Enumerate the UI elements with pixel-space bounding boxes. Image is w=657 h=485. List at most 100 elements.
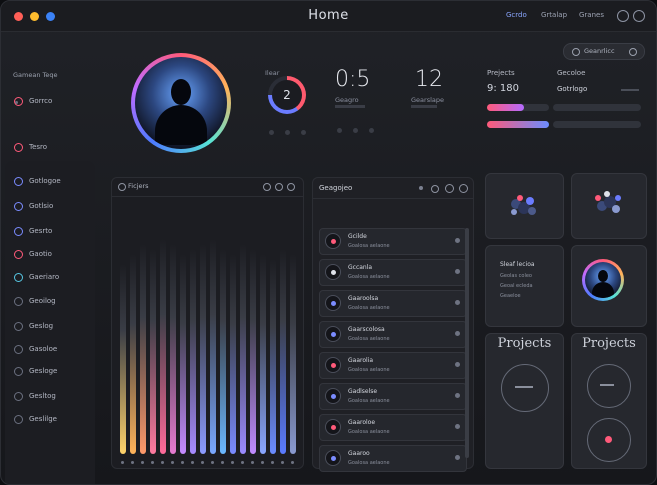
- row-subtitle: Goalosa aelaone: [348, 460, 390, 466]
- sidebar-item-1[interactable]: Gorrco: [7, 91, 93, 113]
- projects-card-1-button[interactable]: [501, 364, 549, 412]
- metric-a-dot-1[interactable]: [337, 128, 342, 133]
- row-title: Gaaroolsa: [348, 295, 379, 302]
- equalizer-bar: [290, 254, 296, 454]
- sidebar-item-10[interactable]: Gasoloe: [7, 339, 93, 361]
- sidebar-item-13[interactable]: Geslilge: [7, 409, 93, 431]
- sidebar-item-12[interactable]: Gesltog: [7, 386, 93, 408]
- nav-item-2[interactable]: Grtalap: [541, 11, 567, 19]
- sidebar-item-11[interactable]: Gesloge: [7, 361, 93, 383]
- projects-card-2[interactable]: Projects: [571, 333, 647, 469]
- gear-icon: [14, 273, 23, 282]
- panel-icon: [118, 183, 126, 191]
- row-action-icon[interactable]: [455, 424, 460, 429]
- equalizer-tick: [151, 461, 154, 464]
- gem-card-2[interactable]: [571, 173, 647, 239]
- ring-indicator-3: [301, 130, 306, 135]
- projects-card-1[interactable]: Projects: [485, 333, 564, 469]
- nav-item-1[interactable]: Gcrdo: [506, 11, 527, 19]
- equalizer-bar: [170, 244, 176, 454]
- row-title: Gccanla: [348, 264, 373, 271]
- list-row[interactable]: Gaarolia Goalosa aelaone: [319, 352, 467, 379]
- equalizer-tick: [261, 461, 264, 464]
- projects-card-2-secondary-button[interactable]: [587, 418, 631, 462]
- equalizer-bar: [120, 264, 126, 454]
- equalizer-tick: [291, 461, 294, 464]
- panel-control-3-icon[interactable]: [287, 183, 295, 191]
- sidebar-item-8[interactable]: Geoilog: [7, 291, 93, 313]
- sidebar-item-3[interactable]: Gotlogoe: [7, 171, 93, 193]
- list-settings-icon[interactable]: [445, 184, 454, 193]
- sidebar-item-9[interactable]: Geslog: [7, 316, 93, 338]
- list-row[interactable]: Gcilde Goalosa aelaone: [319, 228, 467, 255]
- projects-card-2-title: Projects: [582, 336, 636, 351]
- list-close-icon[interactable]: [459, 184, 468, 193]
- sidebar-item-5[interactable]: Gesrto: [7, 221, 93, 243]
- progress-fill-3: [487, 121, 549, 128]
- gem-card-1[interactable]: [485, 173, 564, 239]
- equalizer-bar: [270, 259, 276, 454]
- ring-indicator-2: [285, 130, 290, 135]
- avatar-image: [135, 57, 227, 149]
- sidebar-item-label: Gesltog: [29, 392, 56, 400]
- panel-control-1-icon[interactable]: [263, 183, 271, 191]
- list-row[interactable]: Gadlselse Goalosa aelaone: [319, 383, 467, 410]
- mini-avatar-card[interactable]: [571, 245, 647, 327]
- row-action-icon[interactable]: [455, 238, 460, 243]
- list-row[interactable]: Gaarscolosa Goalosa aelaone: [319, 321, 467, 348]
- top-right-pill-button[interactable]: Geanrlicc: [563, 43, 645, 60]
- sidebar-item-2[interactable]: Tesro: [7, 137, 93, 159]
- sidebar-header: Gamean Teqe: [13, 71, 58, 79]
- ring-value: 2: [272, 80, 302, 110]
- row-action-icon[interactable]: [455, 300, 460, 305]
- metric-a-dot-3[interactable]: [369, 128, 374, 133]
- avatar-head-shape: [171, 79, 191, 105]
- sidebar-item-4[interactable]: Gotlsio: [7, 196, 93, 218]
- list-row[interactable]: Gaaroloe Goalosa aelaone: [319, 414, 467, 441]
- row-subtitle: Goalosa aelaone: [348, 336, 390, 342]
- list-row[interactable]: Gaaroolsa Goalosa aelaone: [319, 290, 467, 317]
- row-action-icon[interactable]: [455, 393, 460, 398]
- row-action-icon[interactable]: [455, 331, 460, 336]
- nav-item-3[interactable]: Granes: [579, 11, 604, 19]
- list-title: Geagojeo: [319, 184, 353, 192]
- equalizer-panel: Ficjers: [111, 177, 304, 469]
- row-action-icon[interactable]: [455, 455, 460, 460]
- notification-icon[interactable]: [617, 10, 629, 22]
- equalizer-bar: [130, 254, 136, 454]
- panel-control-2-icon[interactable]: [275, 183, 283, 191]
- equalizer-tick: [271, 461, 274, 464]
- title-bar: Home Gcrdo Grtalap Granes: [1, 1, 656, 32]
- gems-icon: [511, 195, 536, 215]
- list-row[interactable]: Gccanla Goalosa aelaone: [319, 259, 467, 286]
- metric-b-label: Gearslape: [411, 96, 444, 104]
- row-action-icon[interactable]: [455, 269, 460, 274]
- row-subtitle: Goalosa aelaone: [348, 305, 390, 311]
- list-menu-icon[interactable]: [419, 186, 423, 190]
- equalizer-bar: [150, 249, 156, 454]
- toggle-icon: [572, 48, 580, 56]
- metric-a-underline: [335, 105, 365, 108]
- equalizer-header: Ficjers: [112, 178, 303, 197]
- settings-icon[interactable]: [633, 10, 645, 22]
- projects-card-2-button[interactable]: [587, 364, 631, 408]
- sidebar-item-label: Geoilog: [29, 297, 56, 305]
- gear-icon: [14, 177, 23, 186]
- profile-avatar[interactable]: [131, 53, 231, 153]
- gear-icon: [14, 322, 23, 331]
- sidebar-item-label: Geslog: [29, 322, 54, 330]
- sidebar-item-6[interactable]: Gaotio: [7, 244, 93, 266]
- row-status-icon: [331, 301, 336, 306]
- list-refresh-icon[interactable]: [431, 185, 439, 193]
- info-card[interactable]: Sleaf lecioa Geolas coleo Geoal ecleda G…: [485, 245, 564, 327]
- gear-icon: [14, 367, 23, 376]
- metric-a-dot-2[interactable]: [353, 128, 358, 133]
- row-icon: [325, 419, 341, 435]
- sidebar-item-7[interactable]: Gaeriaro: [7, 267, 93, 289]
- row-action-icon[interactable]: [455, 362, 460, 367]
- minus-icon: [600, 384, 614, 386]
- list-scrollbar[interactable]: [465, 228, 469, 458]
- equalizer-bar: [260, 254, 266, 454]
- list-row[interactable]: Gaaroo Goalosa aelaone: [319, 445, 467, 472]
- status-label: Gecoloe: [557, 69, 586, 77]
